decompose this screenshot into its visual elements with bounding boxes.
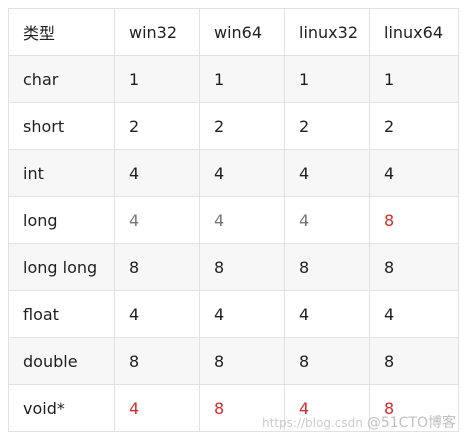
header-win64: win64 [199, 8, 285, 56]
linux32-cell: 8 [284, 243, 370, 291]
data-type-size-table: 类型 win32 win64 linux32 linux64 char 1 1 … [8, 8, 459, 432]
win64-cell: 8 [199, 243, 285, 291]
win64-cell: 4 [199, 290, 285, 338]
type-cell: long [8, 196, 115, 244]
watermark: https://blog.csdn @51CTO博客 [262, 412, 456, 432]
linux64-cell: 8 [369, 243, 459, 291]
watermark-url: https://blog.csdn [262, 416, 363, 430]
win64-cell: 4 [199, 196, 285, 244]
linux64-cell: 4 [369, 149, 459, 197]
type-cell: short [8, 102, 115, 150]
win32-cell: 4 [114, 149, 200, 197]
win64-cell: 1 [199, 55, 285, 103]
win32-cell-highlight: 4 [114, 384, 200, 432]
linux32-cell: 4 [284, 290, 370, 338]
win32-cell: 8 [114, 243, 200, 291]
header-linux64: linux64 [369, 8, 459, 56]
table-row: long 4 4 4 8 [8, 196, 459, 244]
linux32-cell: 4 [284, 149, 370, 197]
win32-cell: 2 [114, 102, 200, 150]
table-header-row: 类型 win32 win64 linux32 linux64 [8, 8, 459, 56]
table-row: double 8 8 8 8 [8, 337, 459, 385]
table-row: long long 8 8 8 8 [8, 243, 459, 291]
table-row: float 4 4 4 4 [8, 290, 459, 338]
header-linux32: linux32 [284, 8, 370, 56]
table-row: int 4 4 4 4 [8, 149, 459, 197]
header-type: 类型 [8, 8, 115, 56]
type-cell: int [8, 149, 115, 197]
linux32-cell: 8 [284, 337, 370, 385]
linux32-cell: 1 [284, 55, 370, 103]
win32-cell: 4 [114, 196, 200, 244]
win64-cell: 2 [199, 102, 285, 150]
header-win32: win32 [114, 8, 200, 56]
linux64-cell: 2 [369, 102, 459, 150]
linux64-cell-highlight: 8 [369, 196, 459, 244]
table-row: char 1 1 1 1 [8, 55, 459, 103]
data-table-container: 类型 win32 win64 linux32 linux64 char 1 1 … [8, 8, 459, 432]
linux32-cell: 4 [284, 196, 370, 244]
win64-cell: 8 [199, 337, 285, 385]
win32-cell: 4 [114, 290, 200, 338]
win32-cell: 8 [114, 337, 200, 385]
type-cell: double [8, 337, 115, 385]
win32-cell: 1 [114, 55, 200, 103]
type-cell: float [8, 290, 115, 338]
win64-cell: 4 [199, 149, 285, 197]
watermark-brand: @51CTO博客 [366, 415, 456, 431]
table-row: short 2 2 2 2 [8, 102, 459, 150]
type-cell: long long [8, 243, 115, 291]
linux32-cell: 2 [284, 102, 370, 150]
linux64-cell: 8 [369, 337, 459, 385]
type-cell: void* [8, 384, 115, 432]
linux64-cell: 4 [369, 290, 459, 338]
type-cell: char [8, 55, 115, 103]
linux64-cell: 1 [369, 55, 459, 103]
